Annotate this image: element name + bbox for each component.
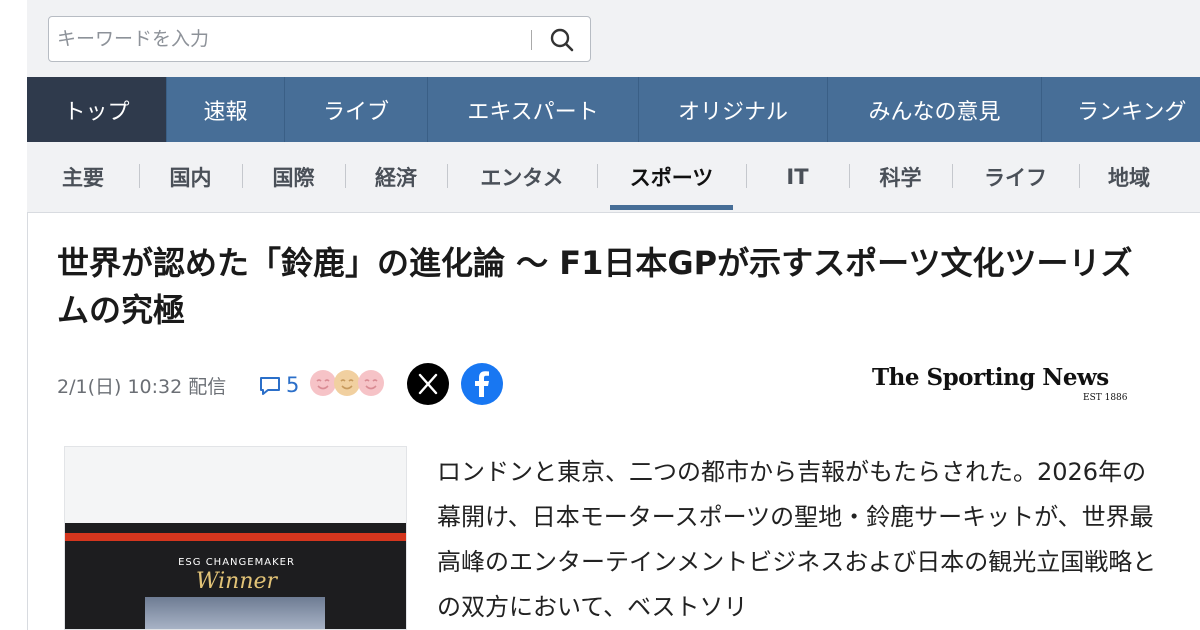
- tab-live[interactable]: ライブ: [285, 77, 428, 142]
- active-category-indicator: [610, 205, 733, 210]
- tab-original[interactable]: オリジナル: [639, 77, 828, 142]
- search-button[interactable]: [543, 21, 581, 59]
- tab-expert[interactable]: エキスパート: [428, 77, 639, 142]
- reaction-icon: [358, 370, 384, 396]
- category-science[interactable]: 科学: [849, 142, 952, 212]
- search-divider: [531, 30, 532, 50]
- category-sports[interactable]: スポーツ: [597, 142, 746, 212]
- comment-icon: [260, 377, 280, 395]
- article-body: ロンドンと東京、二つの都市から吉報がもたらされた。2026年の幕開け、日本モータ…: [437, 458, 1157, 621]
- publisher-logo[interactable]: The Sporting News EST 1886: [872, 364, 1142, 403]
- reactions[interactable]: [309, 369, 389, 401]
- category-domestic[interactable]: 国内: [139, 142, 242, 212]
- category-nav: 主要 国内 国際 経済 エンタメ スポーツ IT 科学 ライフ 地域: [27, 142, 1200, 212]
- comment-count: 5: [286, 373, 300, 397]
- image-red-band: [65, 533, 406, 541]
- search-icon: [550, 28, 574, 52]
- category-it[interactable]: IT: [746, 142, 849, 212]
- facebook-icon: [475, 371, 489, 397]
- category-main[interactable]: 主要: [27, 142, 139, 212]
- tab-ranking[interactable]: ランキング: [1042, 77, 1200, 142]
- x-logo-icon: [418, 373, 438, 395]
- image-subtitle: ESG CHANGEMAKER: [178, 557, 295, 568]
- category-life[interactable]: ライフ: [952, 142, 1079, 212]
- comments-link[interactable]: 5: [257, 370, 299, 400]
- image-winner-text: Winner: [195, 569, 278, 594]
- share-facebook-button[interactable]: [461, 363, 503, 405]
- tab-opinions[interactable]: みんなの意見: [828, 77, 1042, 142]
- article-headline: 世界が認めた「鈴鹿」の進化論 〜 F1日本GPが示すスポーツ文化ツーリズムの究極: [57, 244, 1133, 329]
- share-x-button[interactable]: [407, 363, 449, 405]
- article-date: 2/1(日) 10:32 配信: [57, 376, 227, 398]
- image-photo: [145, 597, 325, 629]
- category-region[interactable]: 地域: [1079, 142, 1179, 212]
- category-entertainment[interactable]: エンタメ: [447, 142, 597, 212]
- publisher-name: The Sporting News: [872, 364, 1109, 391]
- tab-top[interactable]: トップ: [27, 77, 167, 142]
- category-economy[interactable]: 経済: [345, 142, 447, 212]
- article-image[interactable]: ESG CHANGEMAKER Winner: [64, 446, 407, 630]
- search-box: [48, 16, 591, 62]
- publisher-est: EST 1886: [1083, 393, 1128, 403]
- main-nav: トップ 速報 ライブ エキスパート オリジナル みんなの意見 ランキング: [27, 77, 1200, 142]
- search-input[interactable]: [49, 17, 529, 61]
- tab-breaking[interactable]: 速報: [167, 77, 285, 142]
- category-international[interactable]: 国際: [242, 142, 345, 212]
- page-left-margin: [0, 0, 27, 630]
